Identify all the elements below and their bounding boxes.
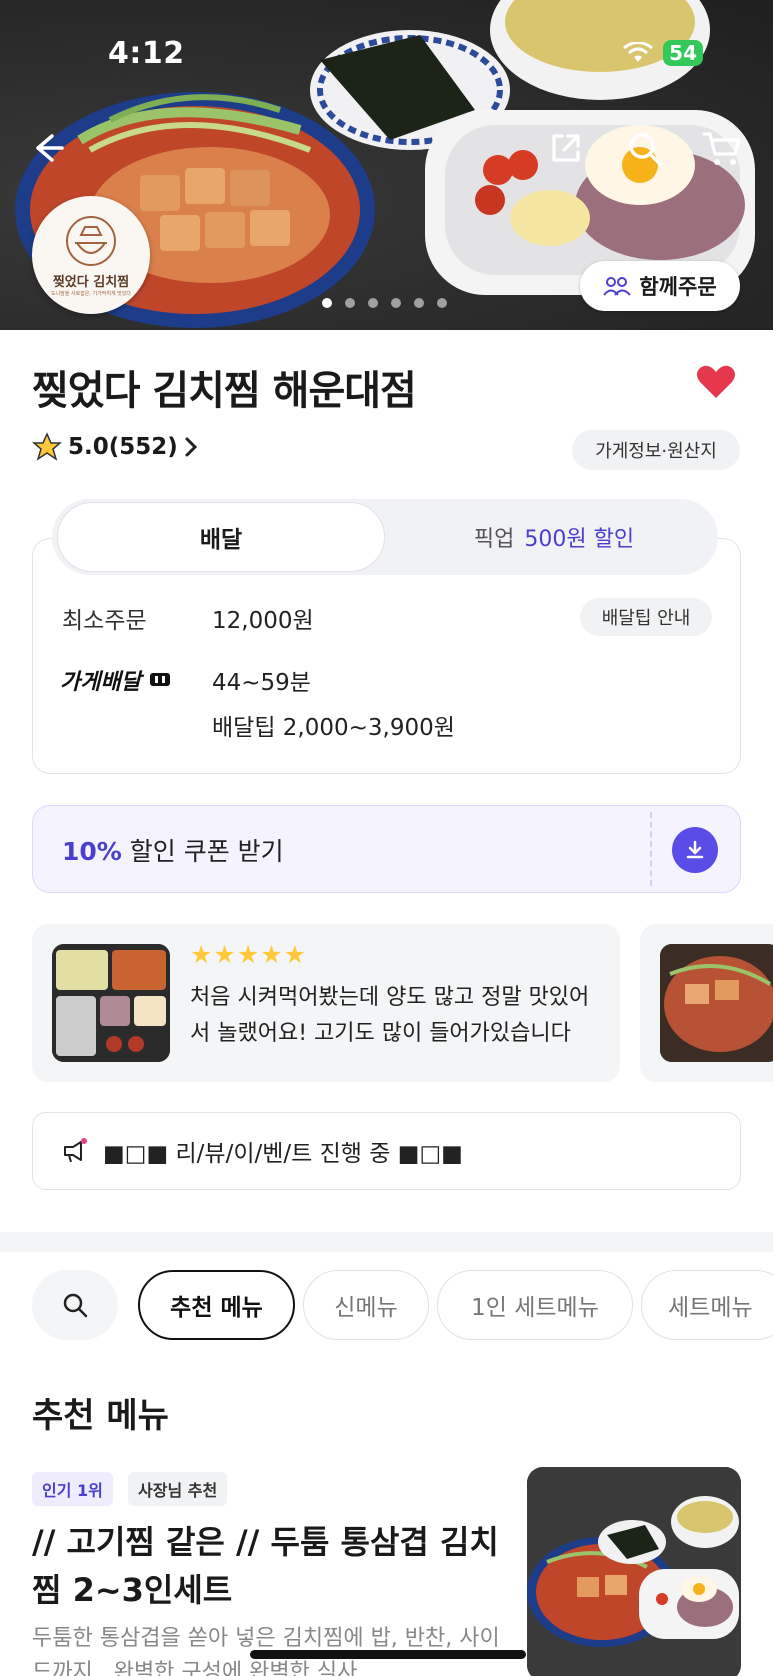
logo-text: 찢었다 김치찜 [52, 275, 130, 290]
coupon-percent: 10% [62, 837, 122, 866]
category-tab-recommended[interactable]: 추천 메뉴 [138, 1270, 295, 1340]
rating-link[interactable]: 5.0(552) [32, 432, 198, 462]
event-notice-bar[interactable]: ■□■ 리/뷰/이/벤/트 진행 중 ■□■ [32, 1112, 741, 1190]
menu-item-description: 두툼한 통삼겹을 쏟아 넣은 김치찜에 밥, 반찬, 사이드까지.. 완벽한 구… [32, 1626, 500, 1676]
coupon-divider [650, 812, 652, 886]
menu-item-photo-image [527, 1467, 741, 1676]
chevron-right-icon [185, 437, 197, 457]
share-icon[interactable] [548, 130, 584, 166]
status-time: 4:12 [108, 36, 185, 71]
store-delivery-label: 가게배달 [60, 664, 171, 696]
delivery-time: 44~59분 [212, 670, 311, 696]
menu-item-title[interactable]: // 고기찜 같은 // 두툼 통삼겹 김치찜 2~3인세트 [32, 1518, 502, 1614]
cart-icon[interactable] [702, 130, 742, 168]
category-tab-set[interactable]: 세트메뉴 [641, 1270, 773, 1340]
review-text: 처음 시켜먹어봤는데 양도 많고 정말 맛있어서 놀랬어요! 고기도 많이 들어… [190, 985, 590, 1046]
event-notice-text: ■□■ 리/뷰/이/벤/트 진행 중 ■□■ [103, 1141, 463, 1167]
review-photo [52, 944, 170, 1062]
review-stars: ★★★★★ [190, 940, 308, 969]
status-indicators: 54 [623, 40, 703, 66]
pickup-discount: 500원 할인 [524, 527, 635, 552]
home-indicator [250, 1650, 526, 1659]
delivery-badge-icon [149, 673, 170, 686]
delivery-tip: 배달팁 2,000~3,900원 [212, 715, 455, 741]
group-order-label: 함께주문 [639, 275, 717, 299]
store-rating: 5.0(552) [68, 434, 178, 460]
delivery-tip-guide-button[interactable]: 배달팁 안내 [580, 598, 712, 636]
coupon-download-button[interactable] [672, 827, 718, 873]
carousel-dot [414, 298, 424, 308]
battery-indicator: 54 [663, 40, 703, 66]
store-logo: 찢었다 김치찜 도니맘을 사로잡은, 기가막히게 맛있다 [32, 196, 150, 314]
coupon-label: 10% 할인 쿠폰 받기 [62, 832, 284, 868]
carousel-dot [391, 298, 401, 308]
group-people-icon [603, 277, 632, 296]
store-name: 찢었다 김치찜 해운대점 [32, 368, 417, 414]
coupon-text: 할인 쿠폰 받기 [121, 837, 284, 866]
menu-section-heading: 추천 메뉴 [32, 1396, 169, 1436]
group-order-button[interactable]: 함께주문 [580, 261, 740, 311]
review-photo-image [660, 944, 773, 1062]
menu-search-button[interactable] [32, 1270, 118, 1340]
category-tab-single-set[interactable]: 1인 세트메뉴 [437, 1270, 633, 1340]
logo-subtext: 도니맘을 사로잡은, 기가막히게 맛있다 [51, 291, 131, 297]
download-icon [686, 840, 704, 859]
tab-delivery[interactable]: 배달 [57, 502, 385, 572]
carousel-dot [368, 298, 378, 308]
popular-badge: 인기 1위 [32, 1472, 113, 1506]
min-order-value: 12,000원 [212, 608, 314, 634]
star-icon [32, 432, 62, 461]
section-divider [0, 1232, 773, 1252]
carousel-dot [437, 298, 447, 308]
review-photo-image [52, 944, 170, 1062]
tab-pickup[interactable]: 픽업 500원 할인 [390, 502, 718, 572]
logo-emblem-icon [66, 216, 116, 266]
store-info-button[interactable]: 가게정보·원산지 [572, 430, 740, 470]
wifi-icon [623, 42, 654, 62]
carousel-dot [322, 298, 332, 308]
hero-banner[interactable]: 4:12 54 찢었다 김치찜 도니맘을 사로잡은, 기가막히게 맛있다 함께주… [0, 0, 773, 330]
owner-pick-badge: 사장님 추천 [128, 1472, 228, 1506]
megaphone-icon [64, 1138, 87, 1163]
category-tab-new[interactable]: 신메뉴 [303, 1270, 429, 1340]
min-order-label: 최소주문 [62, 608, 147, 634]
tab-pickup-label: 픽업 [473, 527, 515, 552]
carousel-dot [345, 298, 355, 308]
carousel-dots [322, 298, 447, 308]
review-photo [660, 944, 773, 1062]
back-arrow-icon[interactable] [30, 130, 66, 166]
favorite-heart-icon[interactable] [696, 364, 736, 400]
search-icon[interactable] [626, 130, 664, 168]
store-delivery-text: 가게배달 [60, 670, 141, 695]
search-icon [63, 1293, 88, 1318]
menu-item-photo[interactable] [527, 1467, 741, 1676]
